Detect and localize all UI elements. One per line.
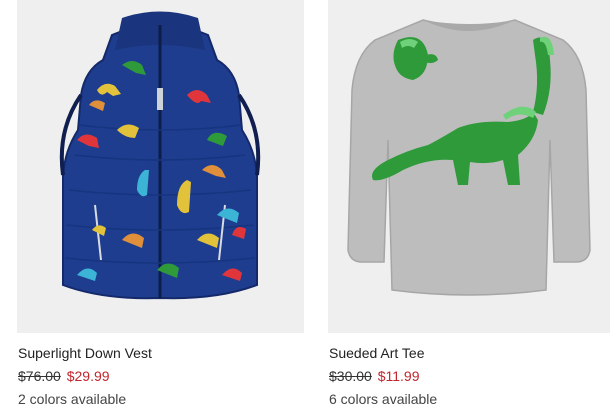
product-card-superlight-down-vest[interactable]: Superlight Down Vest $76.00 $29.99 2 col…: [17, 0, 304, 411]
colors-available: 6 colors available: [329, 391, 438, 407]
product-image-vest[interactable]: [17, 0, 304, 333]
product-name[interactable]: Sueded Art Tee: [329, 345, 424, 361]
product-price: $30.00 $11.99: [329, 368, 420, 384]
colors-available: 2 colors available: [18, 391, 127, 407]
dinosaur-print-vest-image: [17, 0, 304, 333]
sale-price: $11.99: [377, 368, 420, 384]
original-price: $30.00: [329, 368, 372, 384]
original-price: $76.00: [18, 368, 61, 384]
product-price: $76.00 $29.99: [18, 368, 110, 384]
dinosaur-long-sleeve-tee-image: [328, 0, 610, 333]
product-grid: Superlight Down Vest $76.00 $29.99 2 col…: [0, 0, 610, 411]
product-card-sueded-art-tee[interactable]: Sueded Art Tee $30.00 $11.99 6 colors av…: [328, 0, 610, 411]
sale-price: $29.99: [66, 368, 110, 384]
product-image-tee[interactable]: [328, 0, 610, 333]
product-name[interactable]: Superlight Down Vest: [18, 345, 152, 361]
